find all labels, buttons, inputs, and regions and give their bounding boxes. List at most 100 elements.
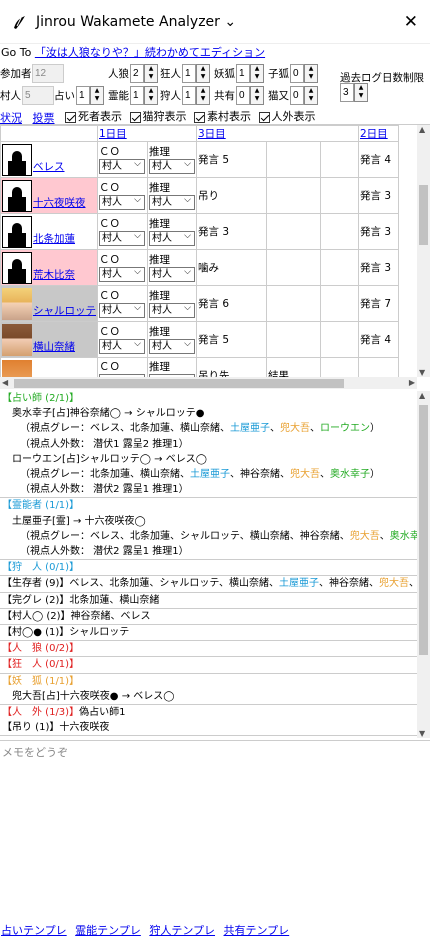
- fortune-template-link[interactable]: 占いテンプレ: [1, 924, 67, 937]
- show-cat-hunter-checkbox[interactable]: 猫狩表示: [129, 108, 187, 124]
- summary-vertical-scrollbar[interactable]: ▲ ▼: [417, 391, 430, 738]
- checkbox-box[interactable]: [194, 111, 205, 123]
- child-fox-spinner[interactable]: ▲ ▼: [304, 64, 318, 83]
- participants-field[interactable]: [32, 64, 64, 83]
- medium-spinner[interactable]: ▲ ▼: [144, 86, 158, 105]
- show-plain-villager-checkbox[interactable]: 素村表示: [194, 108, 251, 124]
- cat-spinner[interactable]: ▲ ▼: [304, 86, 318, 105]
- summary-line: （視点グレー：ベレス、北条加蓮、シャルロッテ、横山奈緒、神谷奈緒、兜大吾、奥水幸…: [2, 529, 430, 544]
- inference-select[interactable]: 村人: [149, 158, 195, 174]
- scroll-up-icon[interactable]: ▲: [419, 125, 425, 134]
- grid-vscroll-thumb[interactable]: [419, 185, 428, 245]
- show-nonhuman-checkbox[interactable]: 人外表示: [258, 108, 316, 124]
- inference-select[interactable]: 村人: [149, 266, 195, 282]
- day-header[interactable]: 3日目: [196, 125, 359, 142]
- player-name-link[interactable]: 十六夜咲夜: [33, 195, 86, 210]
- inference-cell: 推理 村人: [147, 249, 197, 286]
- inference-label: 推理: [149, 360, 170, 373]
- summary-text: 兜大吾: [349, 530, 380, 542]
- wolf-spinner[interactable]: ▲ ▼: [144, 64, 158, 83]
- hunter-spinner[interactable]: ▲ ▼: [196, 86, 210, 105]
- checkbox-box[interactable]: [65, 111, 76, 123]
- fox-spinner[interactable]: ▲ ▼: [250, 64, 264, 83]
- goto-link[interactable]: 「汝は人狼なりや？」続わかめてエディション: [35, 46, 265, 59]
- scroll-down-icon[interactable]: ▼: [419, 729, 425, 738]
- hunter-template-link[interactable]: 狩人テンプレ: [149, 924, 215, 937]
- inference-select[interactable]: 村人: [149, 338, 195, 354]
- log-days-field[interactable]: [340, 83, 354, 102]
- goto-bar: Go To 「汝は人狼なりや？」続わかめてエディション: [0, 44, 430, 62]
- close-icon[interactable]: ✕: [404, 12, 418, 32]
- fortune-label: 占い: [54, 90, 75, 102]
- inference-label: 推理: [149, 254, 170, 266]
- co-label: ＣＯ: [99, 254, 120, 266]
- fortune-spinner[interactable]: ▲ ▼: [90, 86, 104, 105]
- summary-text: 【生存者 (9)】ベレス、北条加蓮、シャルロッテ、横山奈緒、: [2, 578, 280, 590]
- day2-cell: 発言 3: [358, 249, 399, 286]
- inference-select[interactable]: 村人: [149, 194, 195, 210]
- medium-template-link[interactable]: 霊能テンプレ: [75, 924, 141, 937]
- scroll-up-icon[interactable]: ▲: [419, 391, 425, 400]
- co-select[interactable]: 村人: [99, 266, 145, 282]
- inference-cell: 推理 村人: [147, 141, 197, 178]
- summary-text: 土屋亜子: [279, 578, 320, 590]
- co-select[interactable]: 村人: [99, 158, 145, 174]
- memo-area[interactable]: メモをどうぞ: [0, 740, 430, 920]
- hunter-field[interactable]: [182, 86, 196, 105]
- summary-line: 【狂 人 (0/1)】: [2, 659, 80, 671]
- app-title[interactable]: Jinrou Wakamete Analyzer ⌄: [36, 14, 404, 30]
- summary-vscroll-thumb[interactable]: [419, 405, 428, 655]
- inference-select[interactable]: 村人: [149, 302, 195, 318]
- cat-field[interactable]: [290, 86, 304, 105]
- fox-field[interactable]: [236, 64, 250, 83]
- villagers-field[interactable]: [22, 86, 54, 105]
- shared-template-link[interactable]: 共有テンプレ: [224, 924, 290, 937]
- grid-horizontal-scrollbar[interactable]: ◀ ▶: [0, 377, 417, 389]
- summary-line: 【狩 人 (0/1)】: [2, 562, 80, 574]
- shared-spinner[interactable]: ▲ ▼: [250, 86, 264, 105]
- avatar: [2, 143, 32, 176]
- madman-spinner[interactable]: ▲ ▼: [196, 64, 210, 83]
- grid-vertical-scrollbar[interactable]: ▲ ▼: [417, 125, 430, 377]
- player-name-link[interactable]: シャルロッテ: [33, 303, 96, 318]
- summary-text: ）: [370, 469, 380, 481]
- header-blank: [0, 125, 98, 142]
- wolf-field[interactable]: [130, 64, 144, 83]
- player-row: 横山奈緒ＣＯ村人推理村人発言 5発言 4: [0, 321, 399, 358]
- chevron-down-icon[interactable]: ⌄: [224, 14, 236, 30]
- summary-line: 【霊能者 (1/1)】: [2, 500, 80, 512]
- vote-link[interactable]: 投票: [33, 112, 55, 125]
- log-days-spinner[interactable]: ▲ ▼: [354, 83, 368, 102]
- co-select[interactable]: 村人: [99, 338, 145, 354]
- medium-field[interactable]: [130, 86, 144, 105]
- shared-field[interactable]: [236, 86, 250, 105]
- checkbox-box[interactable]: [129, 111, 141, 123]
- co-select[interactable]: 村人: [99, 230, 145, 246]
- show-dead-checkbox[interactable]: 死者表示: [65, 108, 122, 124]
- summary-section: 【生存者 (9)】ベレス、北条加蓮、シャルロッテ、横山奈緒、土屋亜子、神谷奈緒、…: [0, 576, 430, 593]
- player-name-link[interactable]: ベレス: [33, 159, 65, 174]
- fortune-field[interactable]: [76, 86, 90, 105]
- participants-label: 参加者: [0, 68, 32, 80]
- summary-line: 【人 狼 (0/2)】: [2, 643, 80, 655]
- player-name-link[interactable]: 荒木比奈: [33, 267, 75, 282]
- status-link[interactable]: 状況: [0, 112, 22, 125]
- summary-line: （視点グレー：北条加蓮、横山奈緒、土屋亜子、神谷奈緒、兜大吾、奥水幸子）: [2, 467, 430, 482]
- co-select[interactable]: 村人: [99, 302, 145, 318]
- co-select[interactable]: 村人: [99, 194, 145, 210]
- player-name-link[interactable]: 北条加蓮: [33, 231, 75, 246]
- day-header[interactable]: 1日目: [97, 125, 197, 142]
- day-header[interactable]: 2日目: [358, 125, 399, 142]
- summary-line: （視点グレー：ベレス、北条加蓮、横山奈緒、土屋亜子、兜大吾、ローウエン）: [2, 421, 430, 436]
- scroll-right-icon[interactable]: ▶: [409, 378, 415, 387]
- day3-cell: [266, 249, 321, 286]
- child-fox-field[interactable]: [290, 64, 304, 83]
- madman-field[interactable]: [182, 64, 196, 83]
- inference-select[interactable]: 村人: [149, 230, 195, 246]
- player-name-link[interactable]: 横山奈緒: [33, 339, 75, 354]
- grid-hscroll-thumb[interactable]: [14, 379, 344, 388]
- day1-cell: 噛み: [196, 249, 267, 286]
- checkbox-box[interactable]: [258, 111, 270, 123]
- scroll-down-icon[interactable]: ▼: [419, 368, 425, 377]
- scroll-left-icon[interactable]: ◀: [2, 378, 8, 387]
